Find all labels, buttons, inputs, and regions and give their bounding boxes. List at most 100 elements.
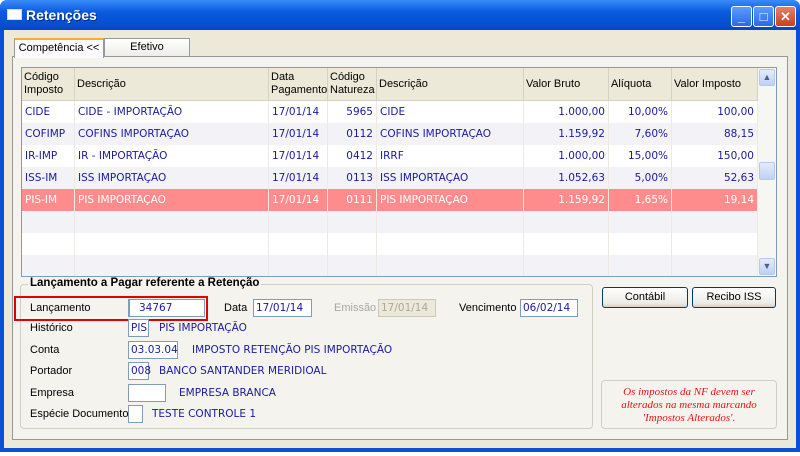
- especie-input[interactable]: [128, 405, 143, 423]
- empty-row[interactable]: [22, 233, 758, 255]
- grid-header: Código Imposto Descrição Data Pagamento Cód…: [22, 68, 758, 101]
- table-cell: 1.159,92: [524, 189, 609, 211]
- scroll-thumb[interactable]: [759, 162, 775, 180]
- table-cell: [269, 233, 328, 255]
- table-cell: 1,65%: [609, 189, 672, 211]
- column-header[interactable]: Código Natureza: [328, 68, 377, 100]
- historico-input[interactable]: PIS: [128, 319, 149, 337]
- conta-label: Conta: [30, 344, 60, 356]
- close-button[interactable]: ✕: [775, 6, 796, 27]
- tab-competencia[interactable]: Competência <<: [14, 38, 104, 58]
- table-cell: 7,60%: [609, 123, 672, 145]
- table-cell: [75, 255, 269, 276]
- maximize-button[interactable]: □: [753, 6, 774, 27]
- group-title: Lançamento a Pagar referente a Retenção: [28, 277, 262, 289]
- table-cell: 0412: [328, 145, 377, 167]
- table-cell: 0111: [328, 189, 377, 211]
- especie-label: Espécie Documento: [30, 408, 129, 420]
- data-input[interactable]: 17/01/14: [253, 299, 312, 317]
- table-cell: 17/01/14: [269, 145, 328, 167]
- table-cell: [524, 255, 609, 276]
- table-cell: CIDE: [22, 101, 75, 123]
- scroll-down-icon[interactable]: ▼: [759, 258, 775, 275]
- portador-label: Portador: [30, 365, 73, 377]
- table-cell: 15,00%: [609, 145, 672, 167]
- table-cell: PIS IMPORTAÇAO: [377, 189, 524, 211]
- column-header[interactable]: Descrição: [75, 68, 269, 100]
- table-cell: 1.052,63: [524, 167, 609, 189]
- table-cell: [524, 233, 609, 255]
- retencoes-grid[interactable]: Código Imposto Descrição Data Pagamento Cód…: [21, 67, 777, 277]
- table-cell: 100,00: [672, 101, 758, 123]
- column-header[interactable]: Código Imposto: [22, 68, 75, 100]
- table-cell: PIS-IM: [22, 189, 75, 211]
- lancamento-input[interactable]: 34767: [128, 299, 205, 317]
- table-cell: 52,63: [672, 167, 758, 189]
- column-header[interactable]: Data Pagamento: [269, 68, 328, 100]
- table-cell: [22, 233, 75, 255]
- table-cell: ISS IMPORTAÇAO: [75, 167, 269, 189]
- warning-note: Os impostos da NF devem ser alterados na…: [601, 380, 777, 429]
- tab-efetivo[interactable]: Efetivo: [104, 38, 190, 57]
- empty-row[interactable]: [22, 211, 758, 233]
- conta-input[interactable]: 03.03.04: [128, 341, 178, 359]
- table-row[interactable]: ISS-IM ISS IMPORTAÇAO 17/01/14 0113 ISS IMPO…: [22, 167, 758, 189]
- table-cell: [22, 211, 75, 233]
- table-cell: PIS IMPORTAÇAO: [75, 189, 269, 211]
- scroll-up-icon[interactable]: ▲: [759, 69, 775, 86]
- table-row[interactable]: COFIMP COFINS IMPORTAÇAO 17/01/14 0112 COFIN…: [22, 123, 758, 145]
- table-cell: [377, 233, 524, 255]
- table-cell: 150,00: [672, 145, 758, 167]
- table-cell: [328, 233, 377, 255]
- vencimento-input[interactable]: 06/02/14: [520, 299, 578, 317]
- table-cell: COFINS IMPORTAÇAO: [75, 123, 269, 145]
- table-cell: ISS-IM: [22, 167, 75, 189]
- empresa-desc: EMPRESA BRANCA: [179, 387, 276, 399]
- especie-desc: TESTE CONTROLE 1: [152, 408, 257, 420]
- table-cell: 5965: [328, 101, 377, 123]
- portador-desc: BANCO SANTANDER MERIDIOAL: [159, 365, 327, 377]
- emissao-input: 17/01/14: [378, 299, 436, 317]
- table-cell: [328, 211, 377, 233]
- contabil-button[interactable]: Contábil: [602, 287, 688, 308]
- table-cell: [609, 211, 672, 233]
- table-cell: [75, 211, 269, 233]
- table-cell: 19,14: [672, 189, 758, 211]
- table-cell: 1.159,92: [524, 123, 609, 145]
- table-cell: [269, 255, 328, 276]
- historico-label: Histórico: [30, 322, 73, 334]
- table-cell: 0112: [328, 123, 377, 145]
- table-cell: [609, 255, 672, 276]
- table-cell: IR - IMPORTAÇÃO: [75, 145, 269, 167]
- column-header[interactable]: Valor Imposto: [672, 68, 758, 100]
- table-cell: 17/01/14: [269, 123, 328, 145]
- minimize-button[interactable]: _: [731, 6, 752, 27]
- data-label: Data: [224, 302, 248, 314]
- table-cell: IR-IMP: [22, 145, 75, 167]
- table-row[interactable]: CIDE CIDE - IMPORTAÇÃO 17/01/14 5965 CIDE 1.0…: [22, 101, 758, 123]
- empty-row[interactable]: [22, 255, 758, 276]
- table-cell: 17/01/14: [269, 189, 328, 211]
- column-header[interactable]: Alíquota: [609, 68, 672, 100]
- recibo-iss-button[interactable]: Recibo ISS: [692, 287, 776, 308]
- table-cell: [672, 233, 758, 255]
- window-title: Retenções: [26, 7, 97, 23]
- table-cell: 17/01/14: [269, 101, 328, 123]
- portador-input[interactable]: 008: [128, 362, 151, 380]
- table-cell: [672, 211, 758, 233]
- lancamento-label: Lançamento: [30, 302, 91, 314]
- table-cell: [22, 255, 75, 276]
- vertical-scrollbar[interactable]: ▲ ▼: [758, 68, 776, 276]
- table-cell: 5,00%: [609, 167, 672, 189]
- table-cell: ISS IMPORTAÇAO: [377, 167, 524, 189]
- table-cell: 17/01/14: [269, 167, 328, 189]
- table-row[interactable]: PIS-IM PIS IMPORTAÇAO 17/01/14 0111 PIS IMPO…: [22, 189, 758, 211]
- table-cell: 0113: [328, 167, 377, 189]
- table-cell: 88,15: [672, 123, 758, 145]
- column-header[interactable]: Descrição: [377, 68, 524, 100]
- column-header[interactable]: Valor Bruto: [524, 68, 609, 100]
- title-bar[interactable]: Retenções _ □ ✕: [0, 0, 800, 30]
- empresa-input[interactable]: [128, 384, 166, 402]
- table-row[interactable]: IR-IMP IR - IMPORTAÇÃO 17/01/14 0412 IRRF 1.0…: [22, 145, 758, 167]
- table-cell: [377, 255, 524, 276]
